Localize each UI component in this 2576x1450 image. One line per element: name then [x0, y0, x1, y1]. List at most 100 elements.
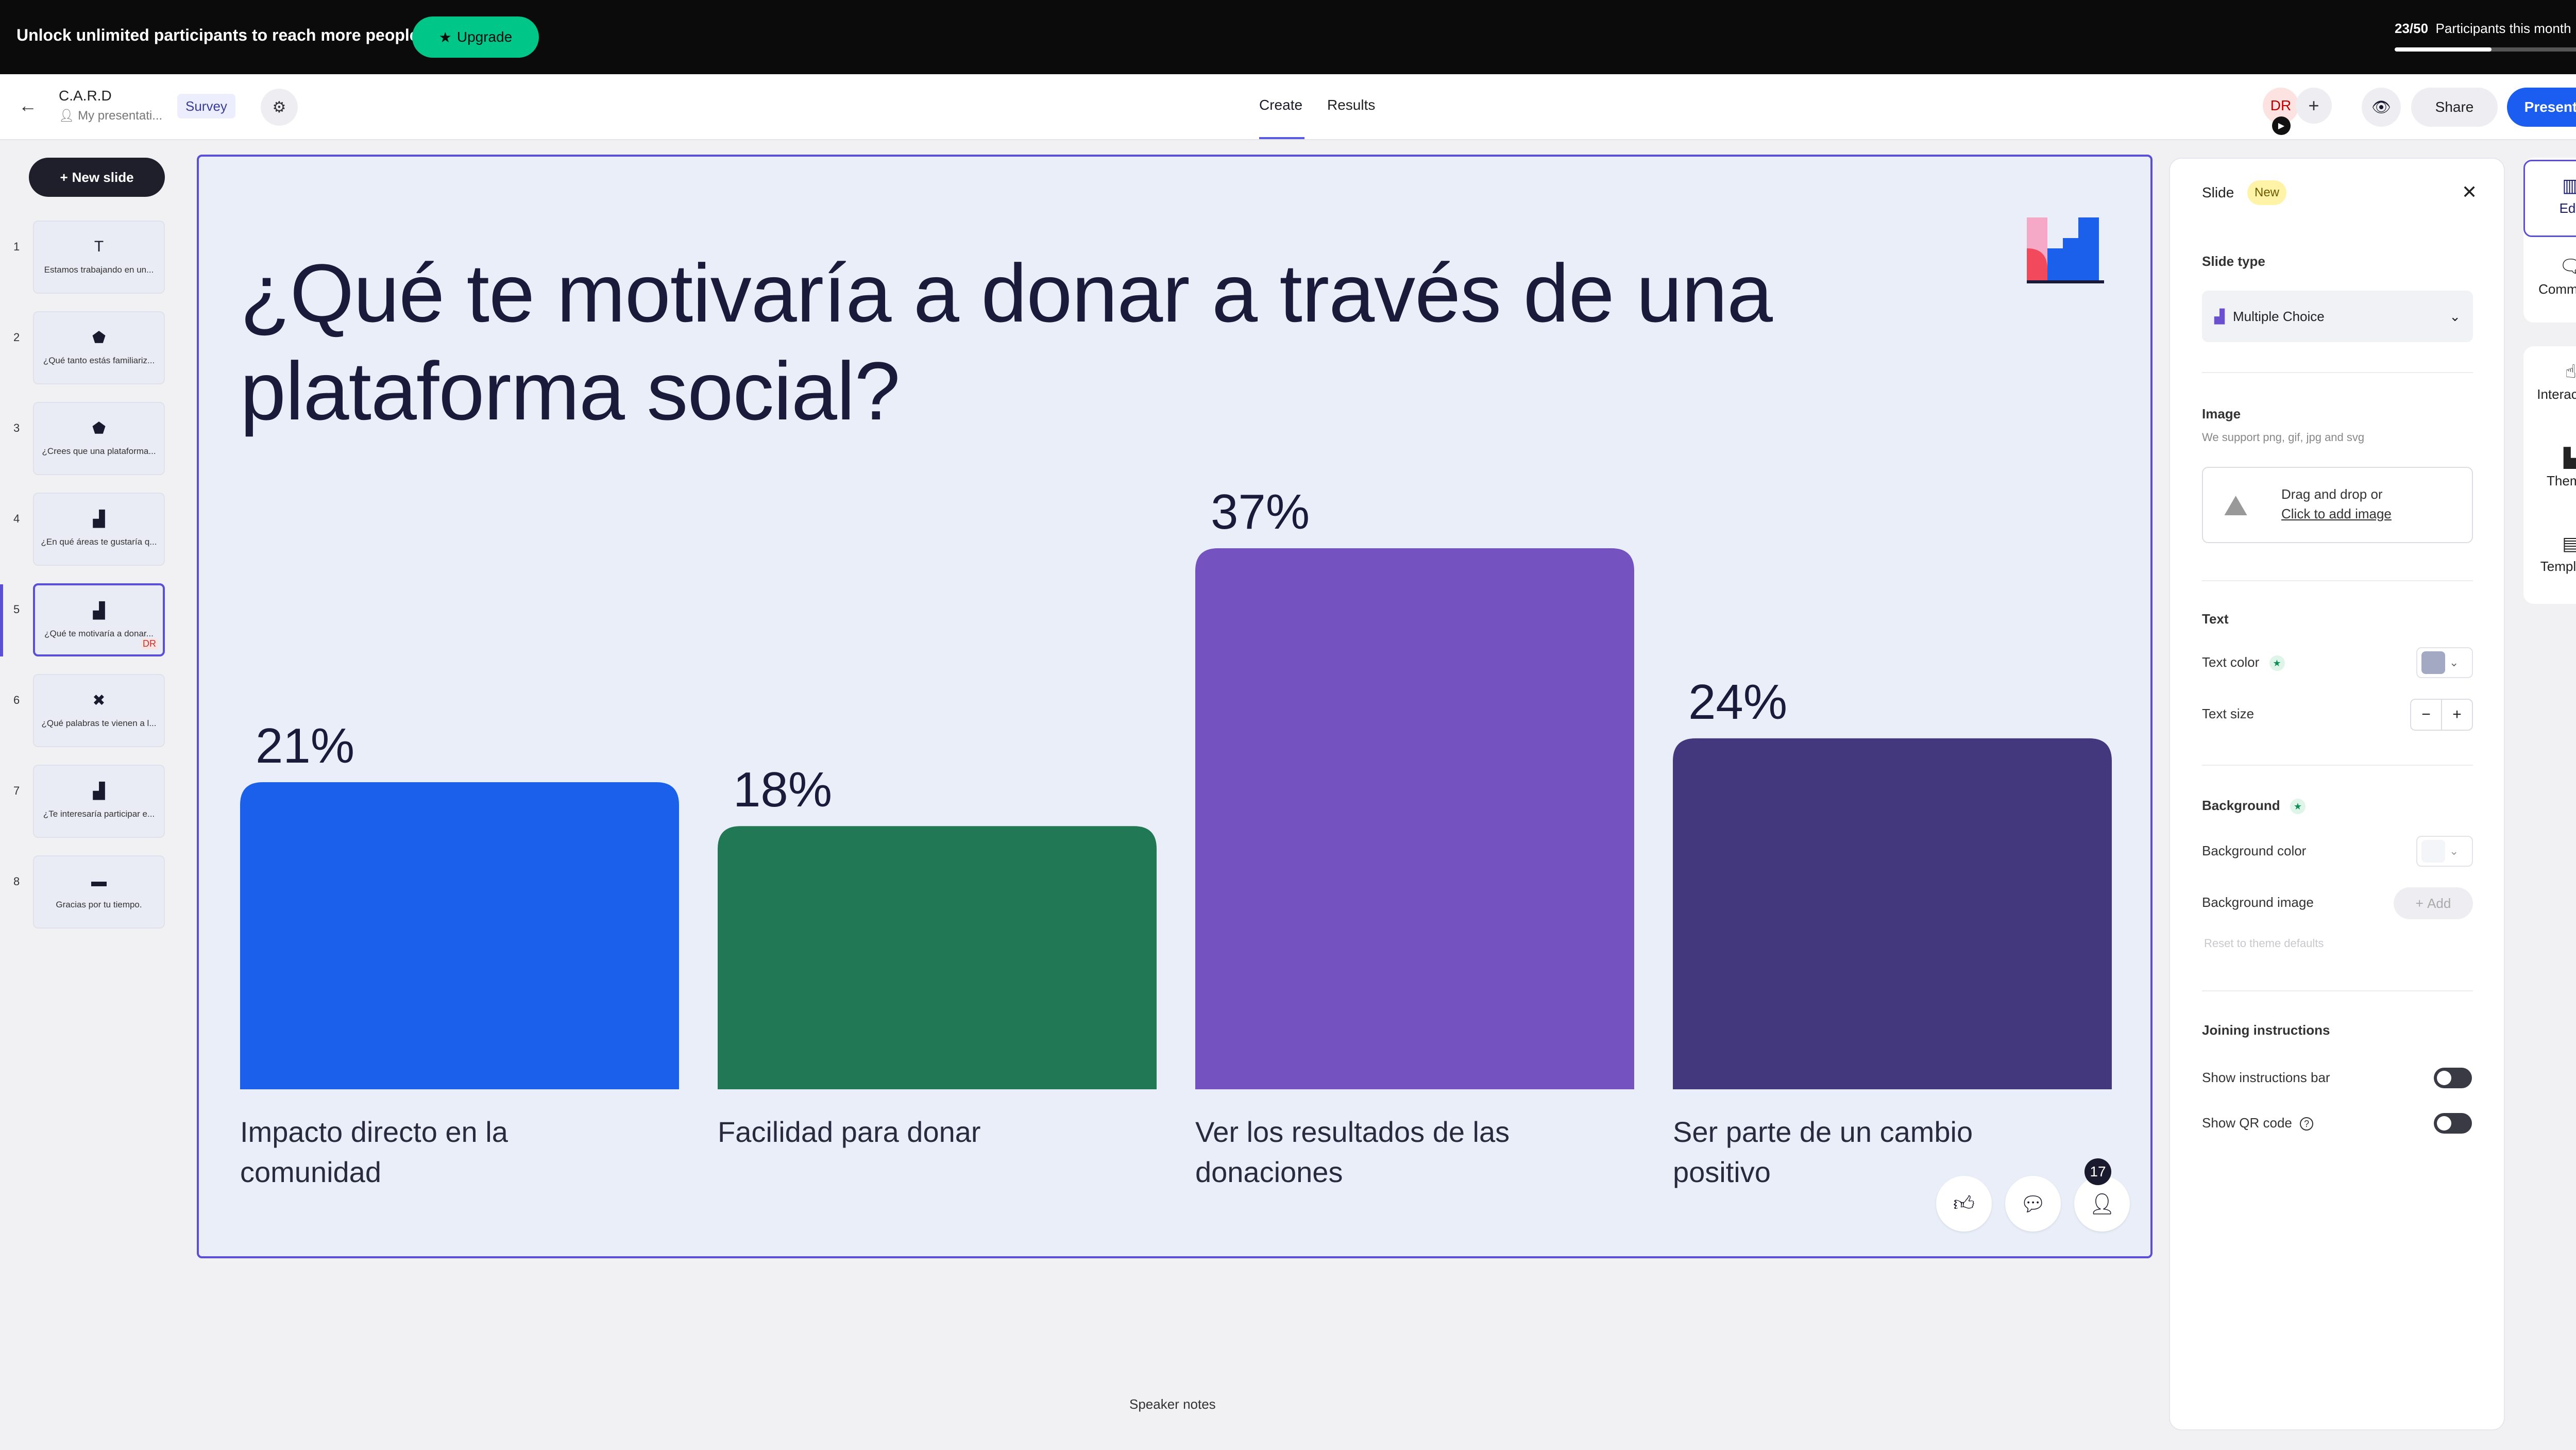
- new-slide-button[interactable]: + New slide: [29, 158, 165, 197]
- slide-number: 8: [13, 875, 20, 888]
- show-qr-code-toggle[interactable]: [2434, 1113, 2472, 1134]
- rail-edit[interactable]: ▥ Edit: [2523, 160, 2576, 237]
- edit-panel-icon: ▥: [2562, 175, 2576, 196]
- tab-create[interactable]: Create: [1259, 97, 1302, 113]
- add-background-image-button[interactable]: + Add: [2394, 887, 2473, 919]
- chat-icon: 💬︎: [2020, 1192, 2046, 1216]
- chevron-down-icon: ⌄: [2449, 308, 2461, 324]
- banner-text: Unlock unlimited participants to reach m…: [16, 26, 423, 44]
- comments-reaction-button[interactable]: 💬︎: [2005, 1176, 2061, 1232]
- presentation-title[interactable]: C.A.R.D: [59, 88, 112, 104]
- slide-thumbnail-3[interactable]: ⬟ ¿Crees que una plataforma...: [33, 402, 165, 475]
- scales-icon: ⬟: [92, 329, 106, 346]
- decrease-text-size-button[interactable]: −: [2411, 700, 2441, 730]
- divider: [2202, 990, 2473, 991]
- slide-thumbnail-1[interactable]: T Estamos trabajando en un...: [33, 221, 165, 294]
- participants-label: Participants this month: [2435, 21, 2571, 36]
- background-heading-row: Background ★: [2202, 798, 2306, 815]
- joining-instructions-heading: Joining instructions: [2202, 1022, 2330, 1038]
- present-button[interactable]: Present ⌄: [2507, 88, 2576, 127]
- slide-number: 4: [13, 512, 20, 525]
- slide-settings-panel: Slide New ✕ Slide type ▟ Multiple Choice…: [2169, 158, 2505, 1430]
- premium-star-icon: ★: [2290, 799, 2306, 815]
- slide-thumbnail-4[interactable]: ▟ ¿En qué áreas te gustaría q...: [33, 493, 165, 566]
- slide-thumbnail-8[interactable]: ▬ Gracias por tu tiempo.: [33, 855, 165, 929]
- tab-results[interactable]: Results: [1327, 97, 1375, 113]
- slide-thumbnail-text: Gracias por tu tiempo.: [56, 900, 142, 909]
- bar-category-label: Ser parte de un cambio positivo: [1673, 1116, 1973, 1188]
- slide-number: 5: [13, 603, 20, 616]
- text-color-picker[interactable]: ⌄: [2416, 647, 2473, 678]
- active-slide-indicator: [0, 584, 3, 656]
- rail-templates[interactable]: ▤ Templates: [2523, 533, 2576, 575]
- presentation-type-badge[interactable]: Survey: [177, 94, 235, 119]
- bar-value-label: 18%: [733, 762, 832, 817]
- image-heading: Image: [2202, 406, 2241, 421]
- speaker-notes-toggle[interactable]: Speaker notes: [1129, 1396, 1216, 1412]
- user-icon: 👤︎: [59, 109, 75, 123]
- thumbs-up-reaction-button[interactable]: 👍︎: [1936, 1176, 1992, 1232]
- text-color-row: Text color ★: [2202, 654, 2285, 671]
- share-button[interactable]: Share: [2411, 88, 2498, 127]
- image-dropzone[interactable]: ⛰︎ Drag and drop or Click to add image: [2202, 467, 2473, 543]
- text-heading: Text: [2202, 611, 2229, 627]
- presentation-owner: 👤︎ My presentati...: [59, 108, 162, 123]
- bar-category-label: Facilidad para donar: [718, 1116, 981, 1148]
- background-color-label: Background color: [2202, 843, 2307, 858]
- reset-theme-defaults-link[interactable]: Reset to theme defaults: [2204, 937, 2324, 950]
- slide-type-value: Multiple Choice: [2233, 308, 2325, 324]
- upgrade-button[interactable]: ★ Upgrade: [412, 16, 539, 58]
- rail-themes[interactable]: ▙ Themes: [2523, 447, 2576, 489]
- editor-avatar-badge: DR: [141, 638, 158, 649]
- background-color-swatch: [2421, 840, 2445, 863]
- slide-thumbnail-text: ¿Qué te motivaría a donar...: [44, 629, 154, 638]
- rail-tools-group: ☝︎ Interactivity ▙ Themes ▤ Templates: [2523, 346, 2576, 604]
- show-qr-label: Show QR code: [2202, 1115, 2292, 1131]
- slide-number: 1: [13, 240, 20, 253]
- slide-thumbnail-7[interactable]: ▟ ¿Te interesaría participar e...: [33, 765, 165, 838]
- chart-bar: [1673, 738, 2112, 1089]
- upgrade-label: Upgrade: [456, 29, 513, 45]
- dropzone-text: Drag and drop or: [2281, 486, 2383, 502]
- app-header: ← C.A.R.D 👤︎ My presentati... Survey ⚙ C…: [0, 74, 2576, 140]
- bar-category-label: Impacto directo en la comunidad: [240, 1116, 509, 1188]
- slide-thumbnail-5[interactable]: ▟ ¿Qué te motivaría a donar... DR: [33, 583, 165, 656]
- comment-icon: 🗨︎: [2559, 256, 2576, 277]
- show-instructions-bar-toggle[interactable]: [2434, 1068, 2472, 1088]
- preview-eye-icon[interactable]: 👁︎: [2362, 88, 2401, 127]
- slide-number: 6: [13, 694, 20, 706]
- panel-title: Slide: [2202, 184, 2234, 200]
- back-arrow-icon[interactable]: ←: [19, 95, 37, 116]
- slide-thumbnail-2[interactable]: ⬟ ¿Qué tanto estás familiariz...: [33, 311, 165, 384]
- text-color-label: Text color: [2202, 654, 2260, 670]
- rail-themes-label: Themes: [2547, 473, 2576, 488]
- help-icon[interactable]: ?: [2300, 1117, 2314, 1131]
- results-bar-chart: 21% Impacto directo en la comunidad 18% Faci…: [240, 484, 2112, 1188]
- background-heading: Background: [2202, 798, 2280, 813]
- slide-thumbnail-6[interactable]: ✖ ¿Qué palabras te vienen a l...: [33, 674, 165, 747]
- close-icon[interactable]: ✕: [2462, 181, 2477, 203]
- add-image-link[interactable]: Click to add image: [2281, 506, 2392, 522]
- rail-interactivity[interactable]: ☝︎ Interactivity: [2523, 361, 2576, 402]
- increase-text-size-button[interactable]: +: [2441, 700, 2472, 730]
- background-image-label: Background image: [2202, 895, 2314, 910]
- add-label: Add: [2427, 895, 2451, 911]
- rail-comments[interactable]: 🗨︎ Comments: [2523, 256, 2576, 317]
- pointer-hand-icon: ☝︎: [2565, 361, 2576, 382]
- chevron-down-icon: ⌄: [2449, 845, 2459, 857]
- show-instructions-bar-label: Show instructions bar: [2202, 1070, 2330, 1085]
- bar-category-label: Ver los resultados de las donaciones: [1195, 1116, 1510, 1188]
- slide-canvas[interactable]: ¿Qué te motivaría a donar a través de un…: [197, 155, 2153, 1258]
- background-color-picker[interactable]: ⌄: [2416, 836, 2473, 867]
- new-slide-label: New slide: [72, 169, 134, 185]
- settings-gear-icon[interactable]: ⚙: [261, 89, 298, 126]
- text-color-swatch: [2421, 651, 2445, 674]
- slide-type-select[interactable]: ▟ Multiple Choice ⌄: [2202, 291, 2473, 342]
- slide-type-heading: Slide type: [2202, 254, 2265, 269]
- upgrade-banner: Unlock unlimited participants to reach m…: [0, 0, 2576, 74]
- participants-count: 23/50: [2395, 21, 2429, 36]
- add-collaborator-button[interactable]: +: [2296, 88, 2332, 124]
- rail-interactivity-label: Interactivity: [2537, 386, 2576, 402]
- slide-thumbnail-text: ¿En qué áreas te gustaría q...: [41, 537, 157, 547]
- word-cloud-icon: ✖: [92, 692, 106, 709]
